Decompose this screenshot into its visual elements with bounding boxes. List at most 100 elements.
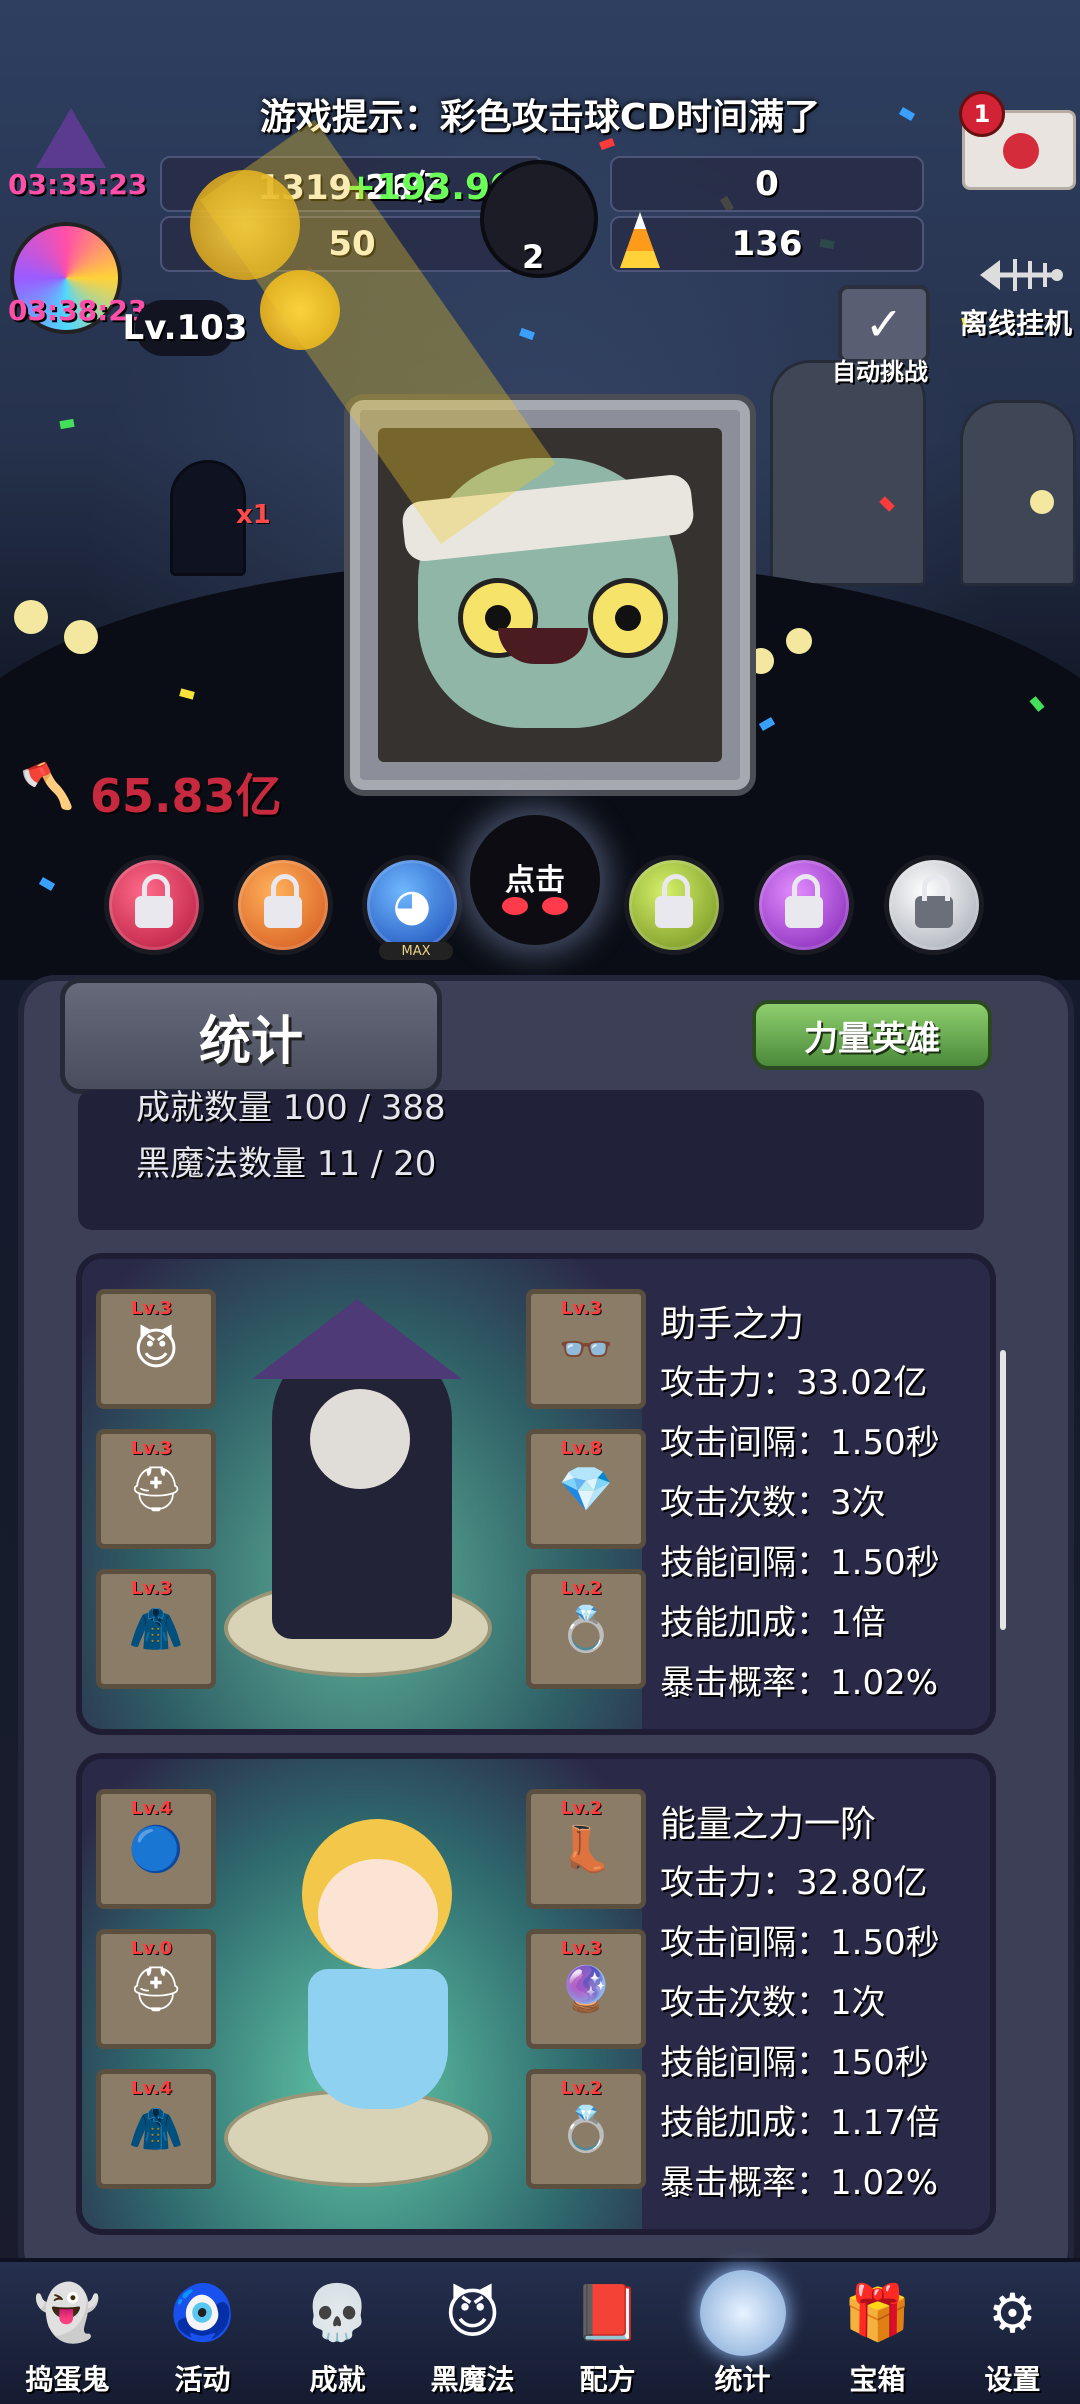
equipment-slot[interactable]: Lv.3 😈	[96, 1289, 216, 1409]
ghost-face-icon: ◕	[392, 879, 432, 931]
crystal-ball-icon	[699, 2270, 786, 2356]
gear-icon: ⚙	[988, 2281, 1037, 2345]
lock-icon	[135, 874, 173, 928]
cauldron-count: 2	[522, 238, 545, 276]
hero-stat: 攻击力：32.80亿	[660, 1863, 928, 1903]
slot-level: Lv.0	[131, 1938, 173, 1959]
amulet-icon: 🔮	[558, 1964, 614, 2015]
glowing-eye	[748, 648, 774, 674]
nav-stats[interactable]: 统计	[675, 2262, 810, 2404]
hero-stat: 技能间隔：150秒	[660, 2043, 929, 2083]
witch-face	[310, 1389, 410, 1489]
hero-stat: 攻击力：33.02亿	[660, 1363, 928, 1403]
slot-level: Lv.8	[561, 1438, 603, 1459]
hero-stat: 攻击间隔：1.50秒	[660, 1923, 940, 1963]
skull-bar: 0	[610, 156, 924, 212]
skull-value: 0	[755, 164, 779, 204]
devil-icon: 😈	[444, 2281, 501, 2345]
amulet-icon: 💎	[558, 1464, 614, 1515]
boots-icon: 👢	[558, 1824, 614, 1875]
lock-icon	[264, 874, 302, 928]
ring-icon: 💍	[558, 1604, 614, 1655]
tombstone	[770, 360, 926, 586]
blue-orb[interactable]: ◕ MAX	[362, 855, 462, 960]
spellbook-icon: 📕	[573, 2281, 642, 2344]
helmet-icon: ⛑	[128, 1964, 184, 2015]
max-tag: MAX	[379, 942, 453, 960]
nav-label: 宝箱	[849, 2363, 906, 2396]
power-hero-button[interactable]: 力量英雄	[752, 1000, 992, 1070]
blue-ghost-orb-icon: 🔵	[128, 1824, 184, 1875]
devil-eye	[542, 897, 568, 915]
equipment-slot[interactable]: Lv.2 👢	[526, 1789, 646, 1909]
equipment-slot[interactable]: Lv.8 💎	[526, 1429, 646, 1549]
nav-chest[interactable]: 🎁 宝箱	[810, 2262, 945, 2404]
hero-card-assistant: Lv.3 😈 Lv.3 ⛑ Lv.3 🧥 Lv.3 👓 Lv.8 💎 Lv.2 💍 助手之力…	[76, 1253, 996, 1735]
goggles-icon: 👓	[558, 1324, 614, 1375]
equipment-slot[interactable]: Lv.4 🔵	[96, 1789, 216, 1909]
devil-tap-orb[interactable]: 点击	[470, 815, 600, 945]
ring-icon: 💍	[558, 2104, 614, 2155]
nav-trickster[interactable]: 👻 捣蛋鬼	[0, 2262, 135, 2404]
armor-icon: 🧥	[128, 2104, 184, 2155]
equipment-slot[interactable]: Lv.0 ⛑	[96, 1929, 216, 2049]
slot-level: Lv.3	[561, 1298, 603, 1319]
lock-icon	[785, 874, 823, 928]
mail-seal	[1003, 133, 1039, 169]
slot-level: Lv.2	[561, 1578, 603, 1599]
ghost-icon: 👻	[33, 2281, 102, 2344]
equipment-slot[interactable]: Lv.3 🔮	[526, 1929, 646, 2049]
eyeball-basket-icon: 🧿	[168, 2281, 237, 2344]
nav-achievements[interactable]: 💀 成就	[270, 2262, 405, 2404]
hero-stat: 技能间隔：1.50秒	[660, 1543, 940, 1583]
nav-events[interactable]: 🧿 活动	[135, 2262, 270, 2404]
slot-level: Lv.2	[561, 2078, 603, 2099]
slot-level: Lv.3	[561, 1938, 603, 1959]
purple-orb-locked[interactable]	[754, 855, 854, 955]
devil-eye	[502, 897, 528, 915]
gift-chest-icon: 🎁	[843, 2281, 912, 2344]
summary-box: 成就数量 100 / 388 黑魔法数量 11 / 20	[78, 1090, 984, 1230]
nav-label: 配方	[579, 2363, 636, 2396]
girl-hero-face	[318, 1859, 438, 1969]
candy-corn-value: 136	[731, 224, 803, 264]
devil-icon: 😈	[133, 1323, 179, 1375]
green-orb-locked[interactable]	[624, 855, 724, 955]
panel-title: 统计	[60, 978, 442, 1094]
nav-black-magic[interactable]: 😈 黑魔法	[405, 2262, 540, 2404]
offline-label[interactable]: 离线挂机	[960, 302, 1072, 342]
axe-multiplier: x1	[236, 500, 271, 530]
slot-level: Lv.4	[131, 1798, 173, 1819]
nav-label: 活动	[174, 2363, 231, 2396]
bat-silhouette	[170, 460, 246, 576]
armor-icon: 🧥	[128, 1604, 184, 1655]
orange-orb-locked[interactable]	[233, 855, 333, 955]
glowing-eye	[14, 600, 48, 634]
mail-icon[interactable]: 1	[959, 91, 1076, 190]
equipment-slot[interactable]: Lv.2 💍	[526, 2069, 646, 2189]
skull-trophy-icon: 💀	[303, 2281, 372, 2344]
nav-settings[interactable]: ⚙ 设置	[945, 2262, 1080, 2404]
glowing-eye	[1030, 490, 1054, 514]
equipment-slot[interactable]: Lv.3 ⛑	[96, 1429, 216, 1549]
hero-card-energy: Lv.4 🔵 Lv.0 ⛑ Lv.4 🧥 Lv.2 👢 Lv.3 🔮 Lv.2 💍 能量之力…	[76, 1753, 996, 2235]
helmet-icon: ⛑	[128, 1464, 184, 1515]
fish-bone-icon[interactable]	[975, 245, 1065, 305]
equipment-slot[interactable]: Lv.2 💍	[526, 1569, 646, 1689]
nav-recipes[interactable]: 📕 配方	[540, 2262, 675, 2404]
hero-stat: 暴击概率：1.02%	[660, 2163, 939, 2203]
red-orb-locked[interactable]	[104, 855, 204, 955]
hero-stat: 攻击间隔：1.50秒	[660, 1423, 940, 1463]
equipment-slot[interactable]: Lv.3 👓	[526, 1289, 646, 1409]
level-badge: Lv.103	[123, 300, 247, 356]
mail-count-badge: 1	[959, 91, 1005, 137]
equipment-slot[interactable]: Lv.3 🧥	[96, 1569, 216, 1689]
nav-label: 捣蛋鬼	[25, 2363, 110, 2396]
hero-stat: 攻击次数：1次	[660, 1983, 886, 2023]
auto-challenge-label[interactable]: 自动挑战	[832, 352, 928, 387]
panel-scrollbar[interactable]	[1000, 1350, 1006, 1630]
equipment-slot[interactable]: Lv.4 🧥	[96, 2069, 216, 2189]
lock-icon	[655, 874, 693, 928]
black-magic-count: 黑魔法数量 11 / 20	[136, 1144, 437, 1184]
white-orb-locked[interactable]	[884, 855, 984, 955]
